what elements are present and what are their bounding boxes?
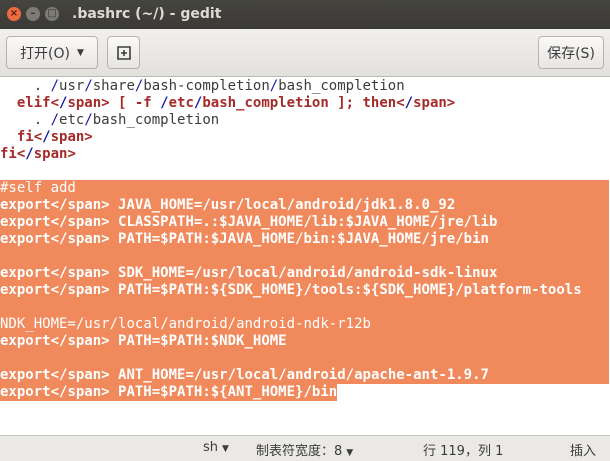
language-label: sh	[203, 440, 219, 455]
header-bar: 打开(O) ▼ 保存(S)	[0, 29, 610, 77]
code-line: export</span> CLASSPATH=.:$JAVA_HOME/lib…	[0, 214, 609, 231]
chevron-down-icon: ▼	[77, 47, 84, 58]
code-line: export</span> PATH=$PATH:$NDK_HOME	[0, 333, 609, 350]
code-line: export</span> PATH=$PATH:$JAVA_HOME/bin:…	[0, 231, 609, 248]
minimize-window-icon[interactable]: –	[26, 7, 40, 21]
code-line: export</span> JAVA_HOME=/usr/local/andro…	[0, 197, 609, 214]
tab-width-value: 8	[334, 444, 343, 459]
code-line: . /usr/share/bash-completion/bash_comple…	[0, 78, 405, 94]
code-line: export</span> PATH=$PATH:${SDK_HOME}/too…	[0, 282, 609, 299]
code-line: export</span> PATH=$PATH:${ANT_HOME}/bin	[0, 384, 338, 401]
tab-width-selector[interactable]: 制表符宽度：8 ▼	[256, 440, 353, 459]
code-line: fi</span>	[0, 146, 76, 162]
open-button-label: 打开(O)	[20, 45, 71, 62]
new-document-icon	[116, 45, 131, 60]
status-bar: sh ▼ 制表符宽度：8 ▼ 行 119，列 1 插入	[0, 435, 610, 461]
window-title: .bashrc (~/) - gedit	[72, 6, 222, 22]
code-line: NDK_HOME=/usr/local/android/android-ndk-…	[0, 316, 609, 333]
title-bar: × – □ .bashrc (~/) - gedit	[0, 0, 610, 29]
code-line: export</span> SDK_HOME=/usr/local/androi…	[0, 265, 609, 282]
chevron-down-icon: ▼	[222, 444, 229, 454]
open-button[interactable]: 打开(O) ▼	[6, 36, 98, 69]
cursor-position[interactable]: 行 119，列 1	[423, 440, 503, 459]
code-line: #self add	[0, 180, 609, 197]
maximize-window-icon[interactable]: □	[45, 7, 59, 21]
code-line	[0, 248, 609, 265]
code-line: fi</span>	[16, 129, 93, 145]
insert-mode: 插入	[570, 444, 597, 459]
text-editor[interactable]: . /usr/share/bash-completion/bash_comple…	[0, 77, 610, 435]
code-line: export</span> ANT_HOME=/usr/local/androi…	[0, 367, 609, 384]
tab-width-label: 制表符宽度：	[256, 444, 335, 459]
save-button[interactable]: 保存(S)	[538, 36, 604, 69]
code-line: elif</span> [ -f /etc/bash_completion ];…	[16, 95, 456, 111]
chevron-down-icon: ▼	[346, 448, 354, 458]
gedit-window: × – □ .bashrc (~/) - gedit 打开(O) ▼ 保存(S)…	[0, 0, 610, 461]
new-document-button[interactable]	[107, 36, 140, 69]
code-line	[0, 299, 609, 316]
close-window-icon[interactable]: ×	[7, 7, 21, 21]
code-line: . /etc/bash_completion	[0, 112, 220, 128]
language-selector[interactable]: sh ▼	[203, 440, 229, 455]
code-line	[0, 350, 609, 367]
